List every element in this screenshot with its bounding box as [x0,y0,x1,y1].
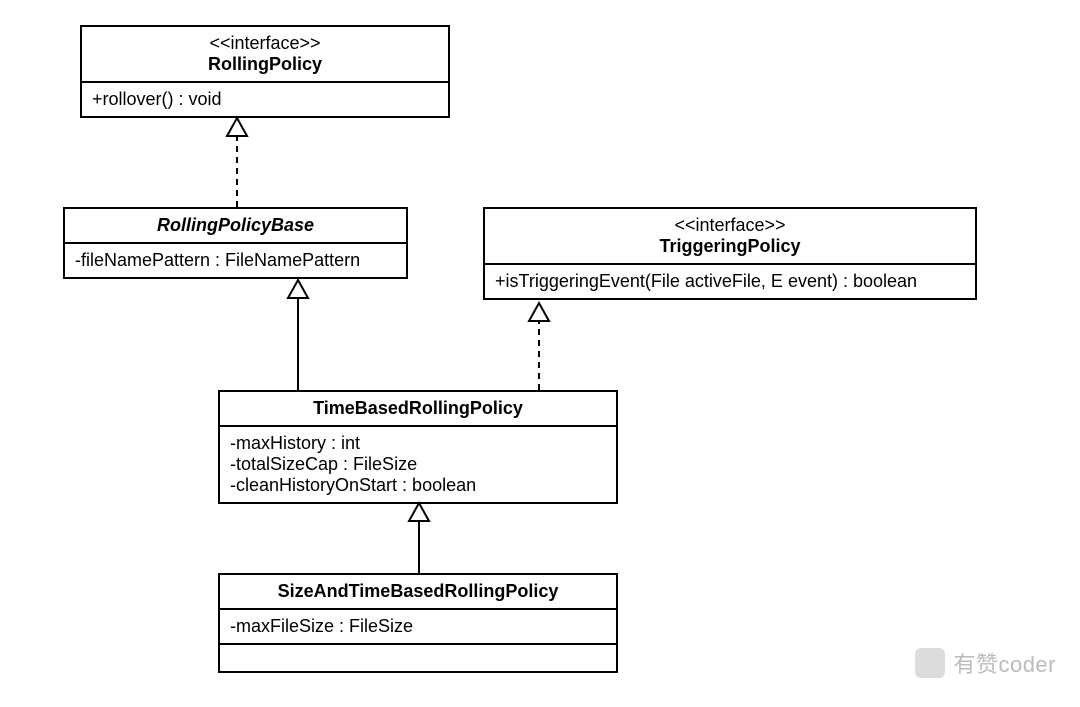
uml-stereotype: <<interface>> [495,215,965,236]
uml-empty-compartment [220,643,616,671]
uml-class-header: <<interface>> TriggeringPolicy [485,209,975,265]
uml-member: -maxHistory : int [230,433,606,454]
uml-interface-triggering-policy: <<interface>> TriggeringPolicy +isTrigge… [483,207,977,300]
uml-arrowhead-icon [409,503,429,521]
uml-class-name: RollingPolicy [92,54,438,75]
uml-member: +isTriggeringEvent(File activeFile, E ev… [495,271,965,292]
uml-class-name: TriggeringPolicy [495,236,965,257]
uml-stereotype: <<interface>> [92,33,438,54]
uml-arrowhead-icon [288,280,308,298]
uml-class-members: -maxFileSize : FileSize [220,610,616,643]
uml-interface-rolling-policy: <<interface>> RollingPolicy +rollover() … [80,25,450,118]
uml-class-name: RollingPolicyBase [75,215,396,236]
uml-class-header: <<interface>> RollingPolicy [82,27,448,83]
uml-member: -fileNamePattern : FileNamePattern [75,250,396,271]
watermark: 有赞coder [915,647,1056,679]
uml-class-members: +rollover() : void [82,83,448,116]
uml-arrowhead-icon [529,303,549,321]
uml-member: -maxFileSize : FileSize [230,616,606,637]
uml-class-name: SizeAndTimeBasedRollingPolicy [230,581,606,602]
uml-class-size-and-time-based-rolling-policy: SizeAndTimeBasedRollingPolicy -maxFileSi… [218,573,618,673]
uml-class-header: RollingPolicyBase [65,209,406,244]
uml-class-rolling-policy-base: RollingPolicyBase -fileNamePattern : Fil… [63,207,408,279]
watermark-text: 有赞coder [953,647,1056,679]
uml-class-members: +isTriggeringEvent(File activeFile, E ev… [485,265,975,298]
uml-class-time-based-rolling-policy: TimeBasedRollingPolicy -maxHistory : int… [218,390,618,504]
uml-class-header: SizeAndTimeBasedRollingPolicy [220,575,616,610]
uml-class-members: -maxHistory : int -totalSizeCap : FileSi… [220,427,616,502]
uml-member: -cleanHistoryOnStart : boolean [230,475,606,496]
uml-member: -totalSizeCap : FileSize [230,454,606,475]
uml-class-name: TimeBasedRollingPolicy [230,398,606,419]
watermark-icon [915,648,945,678]
uml-arrowhead-icon [227,118,247,136]
uml-member: +rollover() : void [92,89,438,110]
uml-class-header: TimeBasedRollingPolicy [220,392,616,427]
uml-class-members: -fileNamePattern : FileNamePattern [65,244,406,277]
